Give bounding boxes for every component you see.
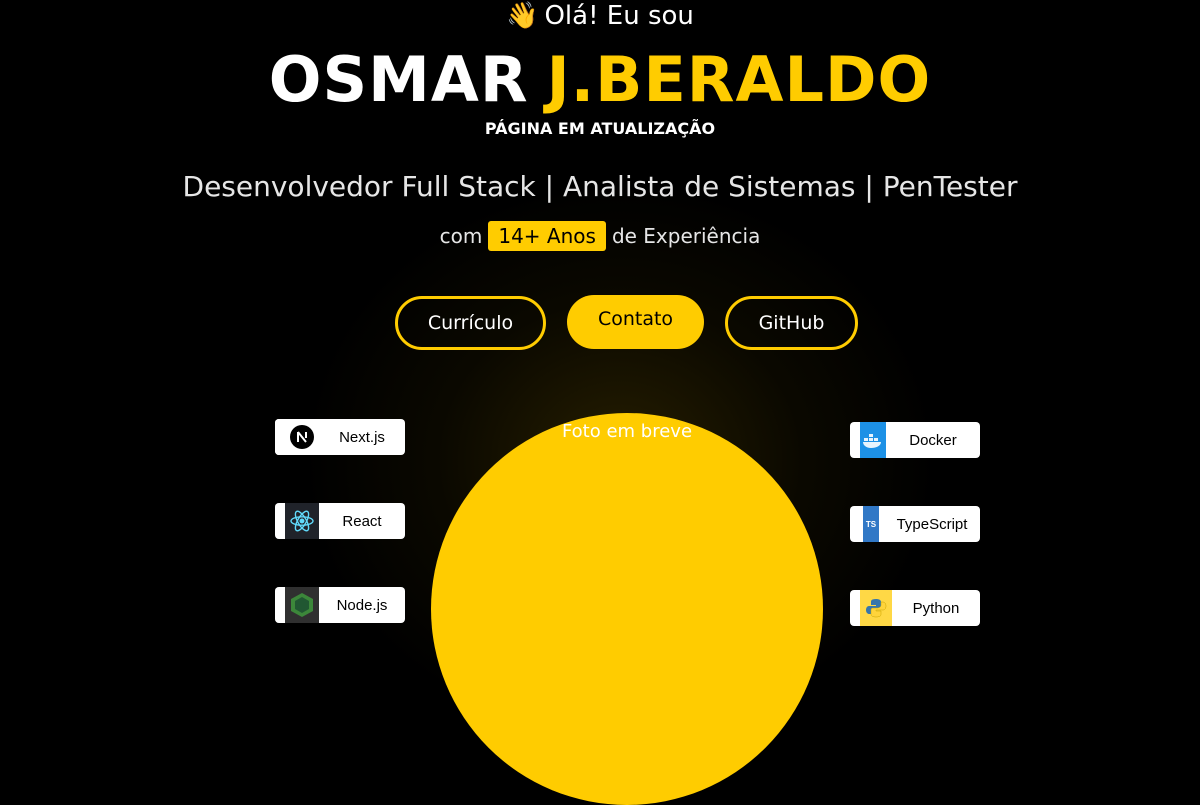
profile-photo-placeholder <box>431 413 823 805</box>
roles-subtitle: Desenvolvedor Full Stack | Analista de S… <box>182 170 1018 203</box>
tech-badge-typescript: TS TypeScript <box>850 506 980 542</box>
tech-badge-python: Python <box>850 590 980 626</box>
nextjs-icon <box>275 419 319 455</box>
tech-label: React <box>342 512 382 530</box>
tech-label: Next.js <box>339 428 385 446</box>
greeting: 👋 Olá! Eu sou <box>0 0 1200 32</box>
nodejs-icon <box>275 587 319 623</box>
github-button[interactable]: GitHub <box>725 296 858 350</box>
hero-name: OSMAR J.BERALDO <box>0 44 1200 116</box>
tech-label: Node.js <box>336 596 388 614</box>
contact-button[interactable]: Contato <box>567 295 704 349</box>
photo-placeholder-text: Foto em breve <box>561 421 693 442</box>
experience-prefix: com <box>439 224 483 248</box>
first-name: OSMAR <box>268 43 529 116</box>
experience-line: com 14+ Anos de Experiência <box>0 221 1200 251</box>
tech-badge-docker: Docker <box>850 422 980 458</box>
tech-label: Docker <box>909 431 957 449</box>
tech-badge-nextjs: Next.js <box>275 419 405 455</box>
experience-suffix: de Experiência <box>611 224 761 248</box>
last-name: J.BERALDO <box>546 43 932 116</box>
experience-badge: 14+ Anos <box>488 221 606 251</box>
waving-hand-icon: 👋 <box>506 1 539 31</box>
react-icon <box>275 503 319 539</box>
status-text: PÁGINA EM ATUALIZAÇÃO <box>484 119 716 138</box>
python-icon <box>860 590 892 626</box>
tech-badge-nodejs: Node.js <box>275 587 405 623</box>
tech-label: Python <box>912 599 960 617</box>
greeting-text: Olá! Eu sou <box>544 1 694 31</box>
resume-button[interactable]: Currículo <box>395 296 546 350</box>
tech-badge-react: React <box>275 503 405 539</box>
docker-icon <box>860 422 886 458</box>
typescript-icon: TS <box>858 506 884 542</box>
tech-label: TypeScript <box>896 515 968 533</box>
